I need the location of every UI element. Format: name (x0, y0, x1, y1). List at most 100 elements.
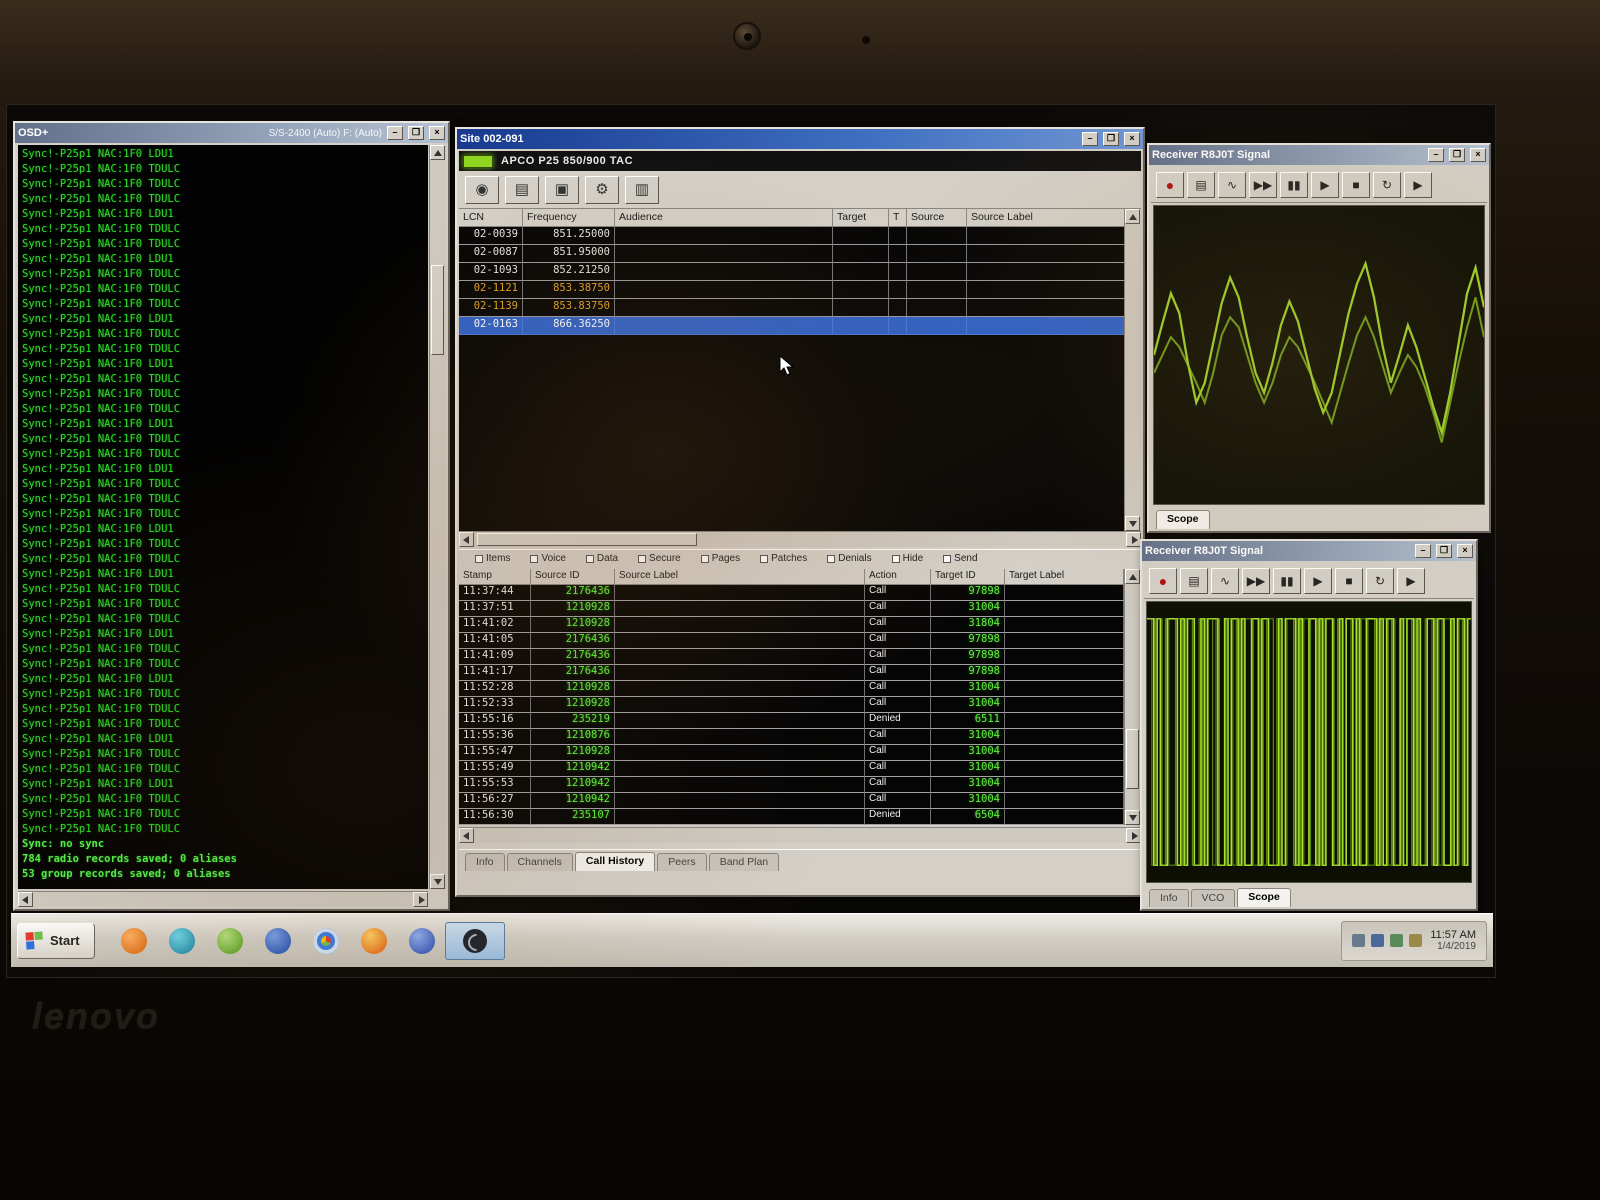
scroll-down-button[interactable] (430, 874, 445, 889)
scroll-thumb[interactable] (1126, 729, 1139, 789)
call-history-row[interactable]: 11:52:331210928Call31004 (459, 697, 1124, 713)
settings-gear-icon[interactable]: ⚙ (585, 176, 619, 204)
channel-row[interactable]: 02-0039851.25000 (459, 227, 1141, 245)
call-history-row[interactable]: 11:52:281210928Call31004 (459, 681, 1124, 697)
minimize-button[interactable]: – (1415, 544, 1431, 558)
call-history-row[interactable]: 11:56:271210942Call31004 (459, 793, 1124, 809)
network-icon[interactable] (1390, 934, 1403, 947)
channel-row[interactable]: 02-0087851.95000 (459, 245, 1141, 263)
column-header[interactable]: Source ID (531, 569, 615, 585)
column-header[interactable]: Stamp (459, 569, 531, 585)
call-history-row[interactable]: 11:41:052176436Call97898 (459, 633, 1124, 649)
channel-row[interactable]: 02-1139853.83750 (459, 299, 1141, 317)
scroll-right-button[interactable] (1126, 828, 1141, 843)
stop-icon[interactable]: ■ (1342, 172, 1370, 198)
call-history-row[interactable]: 11:37:442176436Call97898 (459, 585, 1124, 601)
receiver-icon[interactable]: ◉ (465, 176, 499, 204)
start-button[interactable]: Start (17, 923, 95, 959)
fast-forward-icon[interactable]: ▶▶ (1249, 172, 1277, 198)
scroll-thumb[interactable] (477, 533, 697, 546)
column-header[interactable]: Audience (615, 209, 833, 227)
firefox-icon[interactable] (361, 928, 387, 954)
maximize-button[interactable]: ❐ (1103, 132, 1119, 146)
tab-peers[interactable]: Peers (657, 853, 706, 871)
call-history-row[interactable]: 11:37:511210928Call31004 (459, 601, 1124, 617)
filter-data[interactable]: Data (578, 553, 626, 564)
scroll-right-button[interactable] (1126, 532, 1141, 547)
call-history-row[interactable]: 11:56:30235107Denied6504 (459, 809, 1124, 825)
receiver1-titlebar[interactable]: Receiver R8J0T Signal – ❐ × (1149, 145, 1489, 165)
play-icon[interactable]: ▶ (1304, 568, 1332, 594)
call-history-row[interactable]: 11:41:021210928Call31804 (459, 617, 1124, 633)
scroll-up-button[interactable] (1125, 569, 1140, 584)
scroll-left-button[interactable] (459, 532, 474, 547)
usb-icon[interactable] (1352, 934, 1365, 947)
tab-channels[interactable]: Channels (507, 853, 573, 871)
scroll-left-button[interactable] (459, 828, 474, 843)
maximize-button[interactable]: ❐ (1436, 544, 1452, 558)
print-icon[interactable]: ▥ (625, 176, 659, 204)
filter-patches[interactable]: Patches (752, 553, 815, 564)
signal-icon[interactable]: ∿ (1211, 568, 1239, 594)
close-button[interactable]: × (1470, 148, 1486, 162)
filter-voice[interactable]: Voice (522, 553, 573, 564)
step-icon[interactable]: ▶ (1404, 172, 1432, 198)
media-player-icon[interactable] (121, 928, 147, 954)
save-icon[interactable]: ▣ (545, 176, 579, 204)
call-history-row[interactable]: 11:55:471210928Call31004 (459, 745, 1124, 761)
scroll-left-button[interactable] (18, 892, 33, 907)
scroll-right-button[interactable] (413, 892, 428, 907)
close-button[interactable]: × (1457, 544, 1473, 558)
fast-forward-icon[interactable]: ▶▶ (1242, 568, 1270, 594)
filter-secure[interactable]: Secure (630, 553, 689, 564)
terminal-vscrollbar[interactable] (429, 145, 446, 889)
taskbar-clock[interactable]: 11:57 AM 1/4/2019 (1430, 929, 1476, 953)
minimize-button[interactable]: – (387, 126, 403, 140)
filter-items[interactable]: Items (467, 553, 518, 564)
open-icon[interactable]: ▤ (505, 176, 539, 204)
call-history-row[interactable]: 11:55:16235219Denied6511 (459, 713, 1124, 729)
minimize-button[interactable]: – (1428, 148, 1444, 162)
channel-vscrollbar[interactable] (1124, 209, 1141, 531)
call-history-row[interactable]: 11:41:172176436Call97898 (459, 665, 1124, 681)
scroll-up-button[interactable] (430, 145, 445, 160)
call-history-row[interactable]: 11:55:491210942Call31004 (459, 761, 1124, 777)
tab-call-history[interactable]: Call History (575, 852, 655, 871)
minimize-button[interactable]: – (1082, 132, 1098, 146)
scroll-thumb[interactable] (431, 265, 444, 355)
column-header[interactable]: Target Label (1005, 569, 1124, 585)
channel-row[interactable]: 02-0163866.36250 (459, 317, 1141, 335)
stop-icon[interactable]: ■ (1335, 568, 1363, 594)
call-history-row[interactable]: 11:41:092176436Call97898 (459, 649, 1124, 665)
column-header[interactable]: Source Label (967, 209, 1141, 227)
site-titlebar[interactable]: Site 002-091 – ❐ × (457, 129, 1143, 149)
open-folder-icon[interactable]: ▤ (1187, 172, 1215, 198)
filter-denials[interactable]: Denials (819, 553, 879, 564)
pause-icon[interactable]: ▮▮ (1280, 172, 1308, 198)
filter-pages[interactable]: Pages (693, 553, 748, 564)
signal-icon[interactable]: ∿ (1218, 172, 1246, 198)
column-header[interactable]: T (889, 209, 907, 227)
tab-info[interactable]: Info (1149, 889, 1189, 907)
record-icon[interactable]: ● (1149, 568, 1177, 594)
column-header[interactable]: Action (865, 569, 931, 585)
terminal-hscrollbar[interactable] (18, 891, 428, 907)
tab-info[interactable]: Info (465, 853, 505, 871)
tab-scope[interactable]: Scope (1237, 888, 1291, 907)
tab-band-plan[interactable]: Band Plan (709, 853, 779, 871)
record-icon[interactable]: ● (1156, 172, 1184, 198)
chrome-icon[interactable] (313, 928, 339, 954)
channel-row[interactable]: 02-1121853.38750 (459, 281, 1141, 299)
scroll-up-button[interactable] (1125, 209, 1140, 224)
osd-titlebar[interactable]: OSD+ S/S-2400 (Auto) F: (Auto) – ❐ × (15, 123, 448, 143)
play-icon[interactable]: ▶ (1311, 172, 1339, 198)
step-icon[interactable]: ▶ (1397, 568, 1425, 594)
volume-icon[interactable] (1371, 934, 1384, 947)
call-history-row[interactable]: 11:55:361210876Call31004 (459, 729, 1124, 745)
loop-icon[interactable]: ↻ (1366, 568, 1394, 594)
notes-icon[interactable] (409, 928, 435, 954)
scroll-down-button[interactable] (1125, 516, 1140, 531)
taskbar-app-satellite[interactable] (445, 922, 505, 960)
call-history-row[interactable]: 11:55:531210942Call31004 (459, 777, 1124, 793)
filter-send[interactable]: Send (935, 553, 985, 564)
